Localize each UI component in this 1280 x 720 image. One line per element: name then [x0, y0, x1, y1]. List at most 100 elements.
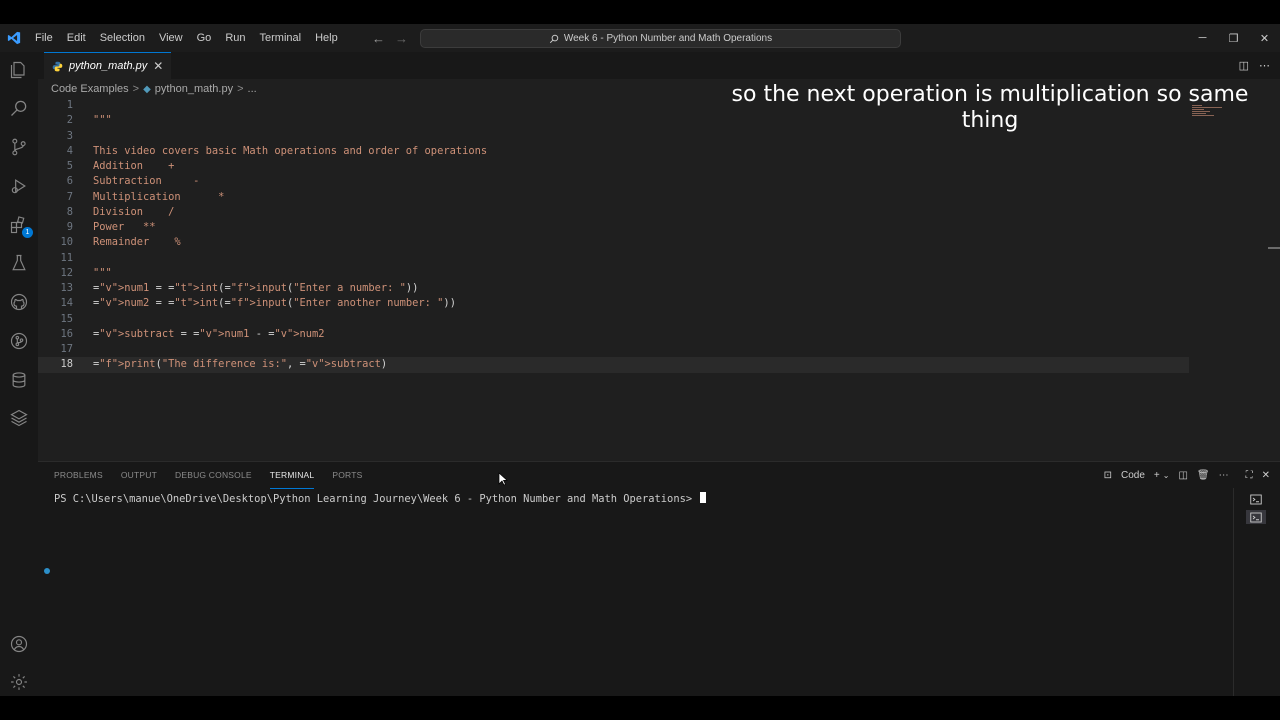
- line-text: Division /: [93, 205, 175, 218]
- status-dot: [44, 568, 50, 574]
- line-number: 9: [66, 221, 73, 233]
- code-line: 10 Remainder %: [38, 235, 1198, 250]
- close-panel-icon[interactable]: ✕: [1262, 470, 1270, 481]
- line-text: Multiplication *: [93, 190, 225, 203]
- menu-go[interactable]: Go: [190, 24, 219, 52]
- terminal-shell-icon[interactable]: ⊡: [1104, 470, 1112, 481]
- terminal-list: [1233, 488, 1280, 696]
- code-line: 8 Division /: [38, 205, 1198, 220]
- explorer-icon[interactable]: [7, 58, 31, 82]
- trash-icon[interactable]: 🗑: [1197, 470, 1210, 481]
- activity-bar: 1: [0, 52, 38, 696]
- terminal-instance-icon[interactable]: [1246, 492, 1266, 506]
- title-bar: File Edit Selection View Go Run Terminal…: [0, 24, 1280, 52]
- breadcrumb-folder[interactable]: Code Examples: [51, 83, 129, 95]
- tab-debug-console[interactable]: DEBUG CONSOLE: [175, 462, 252, 488]
- tab-terminal[interactable]: TERMINAL: [269, 462, 315, 489]
- line-text: Subtraction -: [93, 175, 200, 188]
- line-number: 12: [60, 266, 73, 279]
- code-line: 4 This video covers basic Math operations…: [38, 144, 1198, 159]
- code-line: 5 Addition +: [38, 159, 1198, 174]
- vscode-logo-icon: [0, 24, 28, 52]
- python-file-icon: ◆: [143, 83, 151, 95]
- menu-terminal[interactable]: Terminal: [253, 24, 309, 52]
- shell-label[interactable]: Code: [1121, 470, 1145, 481]
- breadcrumb-file[interactable]: python_math.py: [155, 83, 233, 95]
- close-window-icon[interactable]: ✕: [1249, 24, 1280, 52]
- vscode-window: File Edit Selection View Go Run Terminal…: [0, 24, 1280, 696]
- settings-gear-icon[interactable]: [7, 670, 31, 694]
- line-number: 18: [60, 358, 73, 371]
- line-number: 7: [66, 190, 73, 203]
- testing-flask-icon[interactable]: [7, 251, 31, 275]
- chevron-right-icon: >: [132, 83, 140, 95]
- menu-run[interactable]: Run: [218, 24, 252, 52]
- code-line: 17: [38, 342, 1198, 357]
- menu-help[interactable]: Help: [308, 24, 345, 52]
- mouse-cursor-icon: [498, 472, 508, 486]
- terminal-output[interactable]: PS C:\Users\manue\OneDrive\Desktop\Pytho…: [54, 492, 707, 505]
- tab-label: python_math.py: [69, 60, 148, 72]
- scrollbar-marker[interactable]: [1268, 247, 1280, 249]
- line-number: 6: [66, 175, 73, 188]
- tab-python-math[interactable]: python_math.py ✕: [44, 52, 172, 79]
- more-actions-icon[interactable]: ⋯: [1259, 59, 1270, 72]
- code-line: 14 ="v">num2 = ="t">int(="f">input("Enter…: [38, 296, 1198, 311]
- minimize-icon[interactable]: ─: [1187, 24, 1218, 52]
- extensions-badge: 1: [22, 227, 33, 238]
- search-icon: [549, 34, 559, 43]
- account-icon[interactable]: [7, 632, 31, 656]
- terminal-prompt: PS C:\Users\manue\OneDrive\Desktop\Pytho…: [54, 493, 699, 505]
- code-line: 16 ="v">subtract = ="v">num1 - ="v">num2: [38, 327, 1198, 342]
- tab-output[interactable]: OUTPUT: [121, 462, 157, 488]
- line-text: ="v">subtract = ="v">num1 - ="v">num2: [93, 327, 325, 340]
- database-icon[interactable]: [7, 368, 31, 392]
- tab-problems[interactable]: PROBLEMS: [54, 462, 103, 488]
- split-terminal-icon[interactable]: ◫: [1178, 470, 1187, 481]
- layers-icon[interactable]: [7, 406, 31, 430]
- source-control-icon[interactable]: [7, 135, 31, 159]
- code-line: 13 ="v">num1 = ="t">int(="f">input("Enter…: [38, 281, 1198, 296]
- tab-ports[interactable]: PORTS: [332, 462, 362, 488]
- tab-close-icon[interactable]: ✕: [153, 59, 163, 73]
- forward-arrow-icon[interactable]: →: [395, 31, 408, 46]
- line-text: Power **: [93, 221, 156, 233]
- line-text: """: [93, 114, 112, 127]
- back-arrow-icon[interactable]: ←: [372, 31, 385, 46]
- line-text: """: [93, 266, 112, 279]
- line-text: ="v">num1 = ="t">int(="f">input("Enter a…: [93, 282, 419, 294]
- menu-edit[interactable]: Edit: [60, 24, 93, 52]
- editor-actions: ◫ ⋯: [1239, 52, 1270, 79]
- run-debug-icon[interactable]: [7, 174, 31, 198]
- github-icon[interactable]: [7, 290, 31, 314]
- command-center[interactable]: Week 6 - Python Number and Math Operatio…: [420, 29, 901, 48]
- extensions-icon[interactable]: 1: [7, 213, 33, 238]
- breadcrumb-more[interactable]: ...: [248, 83, 257, 95]
- menu-selection[interactable]: Selection: [93, 24, 152, 52]
- menu-file[interactable]: File: [28, 24, 60, 52]
- code-editor[interactable]: 1 2 """ 3 4 This video covers basic Math o…: [38, 98, 1198, 373]
- line-number: 15: [60, 312, 73, 325]
- restore-icon[interactable]: ❐: [1218, 24, 1249, 52]
- code-line-current: 18 ="f">print("The difference is:", ="v">…: [38, 357, 1189, 373]
- code-line: 15: [38, 312, 1198, 327]
- line-number: 10: [60, 236, 73, 249]
- editor-tabs: python_math.py ✕ ◫ ⋯: [38, 52, 1280, 79]
- terminal-instance-icon[interactable]: [1246, 510, 1266, 524]
- chevron-down-icon[interactable]: ⌄: [1163, 471, 1170, 480]
- line-number: 14: [60, 297, 73, 310]
- line-number: 4: [66, 144, 73, 157]
- menu-view[interactable]: View: [152, 24, 190, 52]
- more-actions-icon[interactable]: ⋯: [1219, 470, 1229, 481]
- nav-arrows: ← →: [372, 24, 408, 52]
- maximize-panel-icon[interactable]: ⛶: [1246, 470, 1253, 481]
- line-number: 17: [60, 343, 73, 355]
- code-line: 12 """: [38, 266, 1198, 281]
- new-terminal-plus-icon[interactable]: +: [1154, 470, 1160, 481]
- line-number: 13: [60, 282, 73, 294]
- line-number: 1: [66, 99, 73, 111]
- line-number: 8: [66, 205, 73, 218]
- search-view-icon[interactable]: [7, 96, 31, 120]
- git-graph-icon[interactable]: [7, 329, 31, 353]
- split-editor-icon[interactable]: ◫: [1239, 59, 1249, 72]
